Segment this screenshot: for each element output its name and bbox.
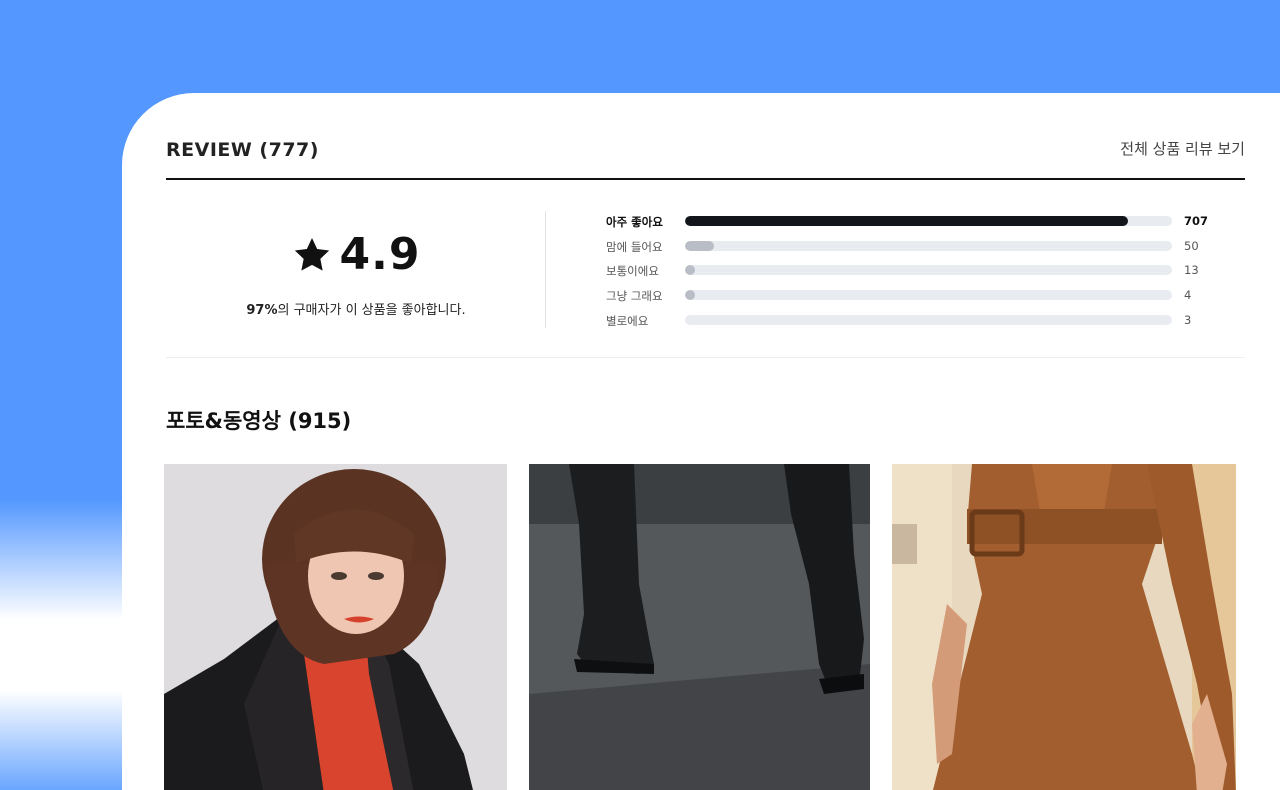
- rating-label: 그냥 그래요: [606, 289, 663, 304]
- rating-label: 보통이에요: [606, 264, 659, 279]
- photo-boots-asphalt: [529, 464, 870, 790]
- rating-row: 별로에요 3: [606, 310, 1226, 335]
- photo-thumbnail[interactable]: [892, 464, 1236, 790]
- rating-label: 맘에 들어요: [606, 239, 663, 254]
- section-divider: [166, 357, 1245, 358]
- review-card: REVIEW (777) 전체 상품 리뷰 보기 4.9 97%의 구매자가 이…: [122, 93, 1280, 790]
- review-header: REVIEW (777) 전체 상품 리뷰 보기: [166, 131, 1245, 180]
- satisfaction-text: 97%의 구매자가 이 상품을 좋아합니다.: [166, 299, 546, 318]
- rating-bar-track: [685, 216, 1172, 226]
- average-score: 4.9: [339, 229, 421, 280]
- photo-gallery: [164, 464, 1244, 790]
- rating-row: 맘에 들어요 50: [606, 236, 1226, 261]
- review-title: REVIEW (777): [166, 139, 319, 161]
- rating-bar-fill: [685, 265, 695, 276]
- rating-bar-fill: [685, 240, 715, 251]
- rating-label: 별로에요: [606, 313, 649, 328]
- satisfaction-percent: 97%: [246, 303, 278, 318]
- rating-bar-fill: [685, 216, 1129, 226]
- photo-thumbnail[interactable]: [164, 464, 507, 790]
- rating-row: 그냥 그래요 4: [606, 285, 1226, 310]
- rating-count: 3: [1184, 312, 1192, 327]
- rating-summary: 4.9 97%의 구매자가 이 상품을 좋아합니다.: [166, 211, 546, 328]
- rating-count: 707: [1184, 214, 1209, 228]
- photo-section-title: 포토&동영상 (915): [166, 409, 352, 433]
- rating-bar-track: [685, 265, 1172, 276]
- satisfaction-suffix: 의 구매자가 이 상품을 좋아합니다.: [277, 303, 466, 318]
- rating-bar-fill: [685, 290, 695, 301]
- rating-bar-track: [685, 314, 1172, 325]
- star-icon: [294, 237, 329, 271]
- rating-row: 보통이에요 13: [606, 260, 1226, 285]
- photo-brown-dress: [892, 464, 1236, 790]
- photo-woman-leather-jacket: [164, 464, 507, 790]
- rating-bar-track: [685, 290, 1172, 301]
- rating-row: 아주 좋아요 707: [606, 211, 1226, 236]
- rating-count: 50: [1184, 238, 1199, 253]
- rating-bar-track: [685, 240, 1172, 251]
- rating-distribution: 아주 좋아요 707 맘에 들어요 50 보통이에요 13 그냥 그래요 4 별…: [606, 211, 1226, 334]
- view-all-reviews-link[interactable]: 전체 상품 리뷰 보기: [1120, 138, 1245, 159]
- rating-label: 아주 좋아요: [606, 215, 663, 229]
- rating-count: 4: [1184, 288, 1192, 303]
- rating-count: 13: [1184, 263, 1199, 278]
- photo-thumbnail[interactable]: [529, 464, 870, 790]
- score-row: 4.9: [166, 229, 546, 280]
